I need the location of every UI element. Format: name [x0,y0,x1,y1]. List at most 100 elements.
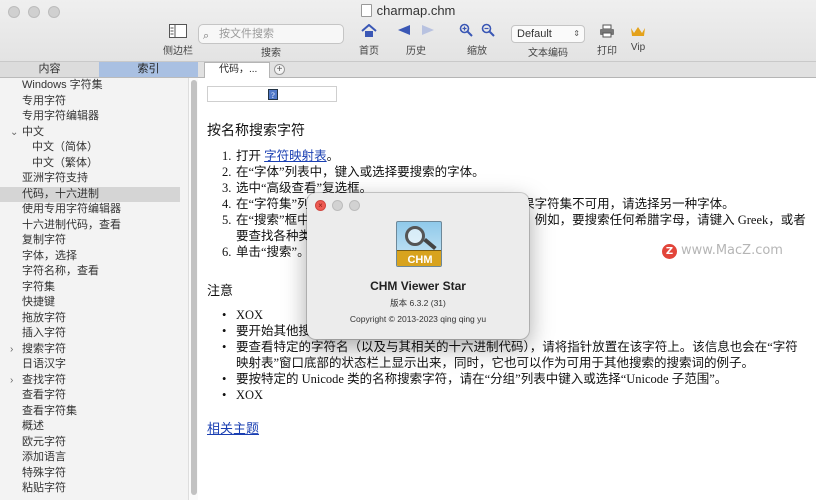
sidebar-item[interactable]: 字符集 [0,280,188,296]
sidebar-item-label: 字体，选择 [22,249,77,262]
sidebar-item[interactable]: 中文（简体） [0,140,188,156]
print-button[interactable]: 打印 [594,22,620,57]
chevron-right-icon[interactable]: › [10,373,13,389]
sidebar-item[interactable]: 十六进制代码，查看 [0,218,188,234]
dialog-close-button[interactable]: × [315,200,326,211]
sidebar-item-label: 快捷键 [22,296,55,308]
sidebar-icon [160,22,196,40]
search-input[interactable]: ⌕ 按文件搜索 [198,24,344,44]
sidebar-item-label: 查看字符 [22,389,66,401]
sidebar-item-label: 查看字符集 [22,404,77,417]
back-arrow-icon[interactable] [397,23,411,39]
help-icon[interactable]: ? [268,89,278,100]
sidebar-item[interactable]: 查看字符 [0,388,188,404]
sidebar-item[interactable]: ⌄ 中文 [0,125,188,141]
sidebar-item[interactable]: › 查找字符 [0,373,188,389]
sidebar-toggle-button[interactable]: 侧边栏 [160,22,196,57]
sidebar-label: 侧边栏 [163,46,193,57]
step-item: 2. 在“字体”列表中，键入或选择要搜索的字体。 [222,164,812,180]
home-icon [354,22,384,40]
sidebar-item[interactable]: › 搜索字符 [0,342,188,358]
sidebar-item[interactable]: 亚洲字符支持 [0,171,188,187]
charmap-link[interactable]: 字符映射表 [264,149,327,163]
sidebar-item-label: 代码，十六进制 [22,187,99,200]
window-title-text: charmap.chm [376,3,456,18]
sidebar-item[interactable]: 专用字符 [0,94,188,110]
search-label: 搜索 [261,48,281,59]
history-controls: 历史 [392,22,440,57]
forward-arrow-icon[interactable] [421,23,435,39]
search-icon: ⌕ [203,30,210,42]
zoom-buttons [454,22,500,40]
chevron-down-icon[interactable]: ⌄ [10,125,18,141]
sidebar-item-label: 字符集 [22,280,55,293]
notes-heading: 注意 [207,283,234,298]
about-dialog: × CHM CHM Viewer Star 版本 6.3.2 (31) Copy… [307,193,529,339]
step-number: 4. [222,197,232,211]
sidebar-item[interactable]: 专用字符编辑器 [0,109,188,125]
chevron-right-icon[interactable]: › [10,342,13,358]
step-text: 在“字体”列表中，键入或选择要搜索的字体。 [236,165,485,179]
sidebar-item-label: 日语汉字 [22,358,66,370]
scrollbar-thumb[interactable] [191,80,197,495]
tab-document[interactable]: 代码，... [204,62,270,78]
home-label: 首页 [359,46,379,57]
sidebar-item[interactable]: Windows 字符集 [0,78,188,94]
watermark-text: www.MacZ.com [681,243,783,258]
crown-icon [626,22,650,40]
app-logo-icon: CHM [396,221,442,267]
sidebar-item-label: 查找字符 [22,373,66,386]
sidebar-item[interactable]: 代码，十六进制 [0,186,180,202]
page-title: 按名称搜索字符 [207,124,305,139]
sidebar-item-label: Windows 字符集 [22,79,103,91]
vip-button[interactable]: Vip [626,22,650,53]
zoom-in-icon[interactable] [459,23,473,40]
sidebar-item[interactable]: 中文（繁体） [0,156,188,172]
sidebar-item[interactable]: 复制字符 [0,233,188,249]
zoom-controls: 缩放 [454,22,500,57]
sidebar-item[interactable]: 字体，选择 [0,249,188,265]
step-number: 1. [222,149,232,163]
history-arrows [392,22,440,40]
sidebar-item[interactable]: 查看字符集 [0,404,188,420]
sidebar-item[interactable]: 粘贴字符 [0,481,188,497]
search-placeholder: 按文件搜索 [219,28,274,40]
home-button[interactable]: 首页 [354,22,384,57]
related-topics-link[interactable]: 相关主题 [207,418,259,437]
step-text: 打开 [236,149,265,163]
title-bar: charmap.chm 侧边栏 ⌕ 按文件搜索 搜索 首页 历史 缩放 Defa… [0,0,816,62]
history-label: 历史 [406,46,426,57]
chevron-updown-icon: ⇕ [573,29,580,38]
content-tab-bar: 代码，... + [198,62,816,78]
sidebar-item[interactable]: 特殊字符 [0,466,188,482]
encoding-select[interactable]: Default ⇕ [511,25,585,43]
sidebar-item[interactable]: 添加语言 [0,450,188,466]
add-tab-icon[interactable]: + [274,64,285,75]
sidebar-item[interactable]: 欧元字符 [0,435,188,451]
note-item: 要按特定的 Unicode 类的名称搜索字符，请在“分组”列表中键入或选择“Un… [222,371,802,387]
print-label: 打印 [597,46,617,57]
sidebar-item[interactable]: 日语汉字 [0,357,188,373]
tab-index[interactable]: 索引 [99,62,198,77]
step-text: 单击“搜索”。 [236,245,310,259]
zoom-out-icon[interactable] [481,23,495,40]
printer-icon [594,22,620,40]
sidebar-item[interactable]: 快捷键 [0,295,188,311]
sidebar-item[interactable]: 使用专用字符编辑器 [0,202,188,218]
sidebar-item-label: 专用字符 [22,94,66,107]
encoding-label: 文本编码 [528,48,568,59]
sidebar-scrollbar[interactable] [188,78,198,500]
sidebar-item[interactable]: 字符名称，查看 [0,264,188,280]
sidebar-item[interactable]: 概述 [0,419,188,435]
step-number: 3. [222,181,232,195]
dialog-zoom-button [349,200,360,211]
logo-lens [405,226,425,246]
index-list: Windows 字符集 专用字符专用字符编辑器 ⌄ 中文 中文（简体） 中文（繁体） 亚洲字… [0,78,188,500]
step-number: 2. [222,165,232,179]
sidebar-item-label: 亚洲字符支持 [22,172,88,184]
app-copyright: Copyright © 2013-2023 qing qing yu [349,314,487,324]
sidebar-item[interactable]: 插入字符 [0,326,188,342]
sidebar-item[interactable]: 拖放字符 [0,311,188,327]
tab-contents[interactable]: 内容 [0,62,99,77]
dialog-window-controls: × [315,200,360,211]
